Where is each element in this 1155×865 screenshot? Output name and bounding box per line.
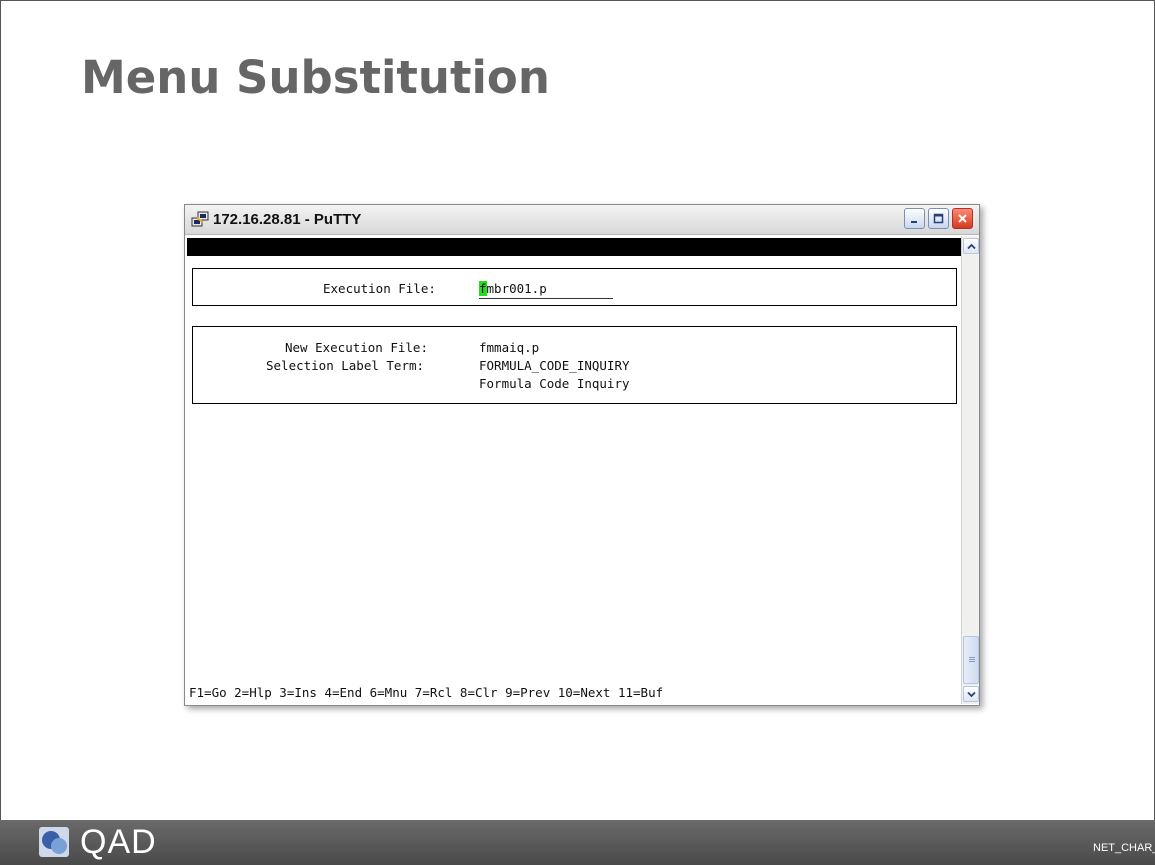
close-button[interactable] bbox=[952, 208, 973, 229]
selection-label-description: Formula Code Inquiry bbox=[479, 376, 630, 391]
putty-icon[interactable] bbox=[191, 211, 209, 229]
qad-logo-icon bbox=[39, 827, 69, 857]
execution-file-value: mbr001.p bbox=[486, 281, 547, 296]
function-key-bar: F1=Go 2=Hlp 3=Ins 4=End 6=Mnu 7=Rcl 8=Cl… bbox=[189, 685, 664, 700]
window-titlebar[interactable]: 172.16.28.81 - PuTTY bbox=[185, 205, 979, 235]
grip-icon bbox=[969, 657, 975, 658]
qad-logo-text: QAD bbox=[80, 823, 157, 861]
slide-code: NET_CHAR_080 bbox=[1093, 842, 1155, 854]
terminal-header: mgmsmt.p 3+ 36.4.4.7 Menu Substitution M… bbox=[187, 238, 961, 308]
new-execution-file-label: New Execution File: bbox=[285, 340, 428, 355]
selection-label-term-field[interactable]: FORMULA_CODE_INQUIRY bbox=[479, 357, 630, 375]
selection-label-term-label: Selection Label Term: bbox=[266, 358, 425, 373]
close-icon bbox=[958, 214, 967, 223]
terminal-screen[interactable]: mgmsmt.p 3+ 36.4.4.7 Menu Substitution M… bbox=[187, 236, 961, 704]
new-execution-file-field[interactable]: fmmaiq.p bbox=[479, 339, 539, 357]
maximize-button[interactable] bbox=[928, 208, 949, 229]
maximize-icon bbox=[933, 213, 944, 224]
vertical-scrollbar[interactable] bbox=[961, 236, 979, 704]
putty-window: 172.16.28.81 - PuTTY mgmsmt.p 3+ 36.4.4.… bbox=[184, 204, 980, 706]
slide: Menu Substitution 172.16.28.81 - PuTTY m… bbox=[0, 0, 1155, 820]
scroll-up-button[interactable] bbox=[963, 238, 979, 254]
footer-bar: QAD NET_CHAR_080 bbox=[0, 820, 1155, 865]
scrollbar-thumb[interactable] bbox=[963, 636, 979, 684]
window-title: 172.16.28.81 - PuTTY bbox=[213, 211, 362, 228]
execution-file-label: Execution File: bbox=[323, 281, 436, 296]
scroll-down-button[interactable] bbox=[963, 686, 979, 702]
slide-title: Menu Substitution bbox=[81, 51, 550, 104]
text-cursor: f bbox=[479, 281, 487, 296]
chevron-down-icon bbox=[966, 691, 976, 697]
execution-file-field[interactable]: fmbr001.p bbox=[479, 280, 613, 299]
minimize-button[interactable] bbox=[904, 208, 925, 229]
minimize-icon bbox=[911, 221, 917, 223]
chevron-up-icon bbox=[966, 243, 976, 249]
